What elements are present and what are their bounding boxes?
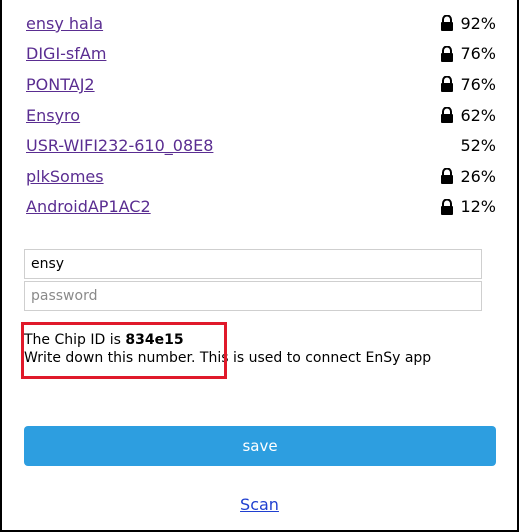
lock-icon <box>440 106 454 124</box>
network-list: ensy hala 92% DIGI-sfAm 76% PONTAJ2 76% Ensyro… <box>26 8 496 222</box>
signal-quality: 12% <box>460 197 496 217</box>
chip-instruction-part2: This is used to connect EnSy app <box>195 350 432 366</box>
network-row: USR-WIFI232-610_08E8 52% <box>26 130 496 161</box>
network-row: PONTAJ2 76% <box>26 69 496 100</box>
network-ssid-link[interactable]: DIGI-sfAm <box>26 44 106 63</box>
network-row: AndroidAP1AC2 12% <box>26 192 496 223</box>
lock-icon <box>440 198 454 215</box>
chip-id-highlight-box <box>21 322 227 379</box>
signal-quality: 62% <box>460 105 496 125</box>
network-signal: 62% <box>440 106 496 125</box>
network-signal: 12% <box>440 197 496 216</box>
network-ssid-link[interactable]: USR-WIFI232-610_08E8 <box>26 136 213 155</box>
network-signal: 52% <box>440 136 496 155</box>
lock-icon <box>440 167 454 185</box>
save-button[interactable]: save <box>24 426 496 466</box>
signal-quality: 26% <box>460 166 496 186</box>
network-signal: 76% <box>440 75 496 94</box>
network-row: plkSomes 26% <box>26 161 496 192</box>
password-input[interactable] <box>24 281 482 311</box>
network-signal: 76% <box>440 44 496 63</box>
lock-icon <box>440 45 454 62</box>
network-ssid-link[interactable]: PONTAJ2 <box>26 75 95 94</box>
network-ssid-link[interactable]: plkSomes <box>26 167 104 186</box>
network-row: ensy hala 92% <box>26 8 496 39</box>
scan-link[interactable]: Scan <box>0 495 519 514</box>
network-ssid-link[interactable]: AndroidAP1AC2 <box>26 197 151 216</box>
network-row: Ensyro 62% <box>26 100 496 131</box>
signal-quality: 52% <box>460 136 496 156</box>
lock-icon <box>440 76 454 93</box>
network-ssid-link[interactable]: ensy hala <box>26 14 103 33</box>
network-signal: 92% <box>440 14 496 33</box>
network-ssid-link[interactable]: Ensyro <box>26 106 80 125</box>
network-row: DIGI-sfAm 76% <box>26 39 496 70</box>
signal-quality: 92% <box>460 13 496 33</box>
signal-quality: 76% <box>460 44 496 64</box>
lock-icon <box>440 14 454 32</box>
network-signal: 26% <box>440 167 496 186</box>
signal-quality: 76% <box>460 74 496 94</box>
ssid-input[interactable] <box>24 249 482 279</box>
